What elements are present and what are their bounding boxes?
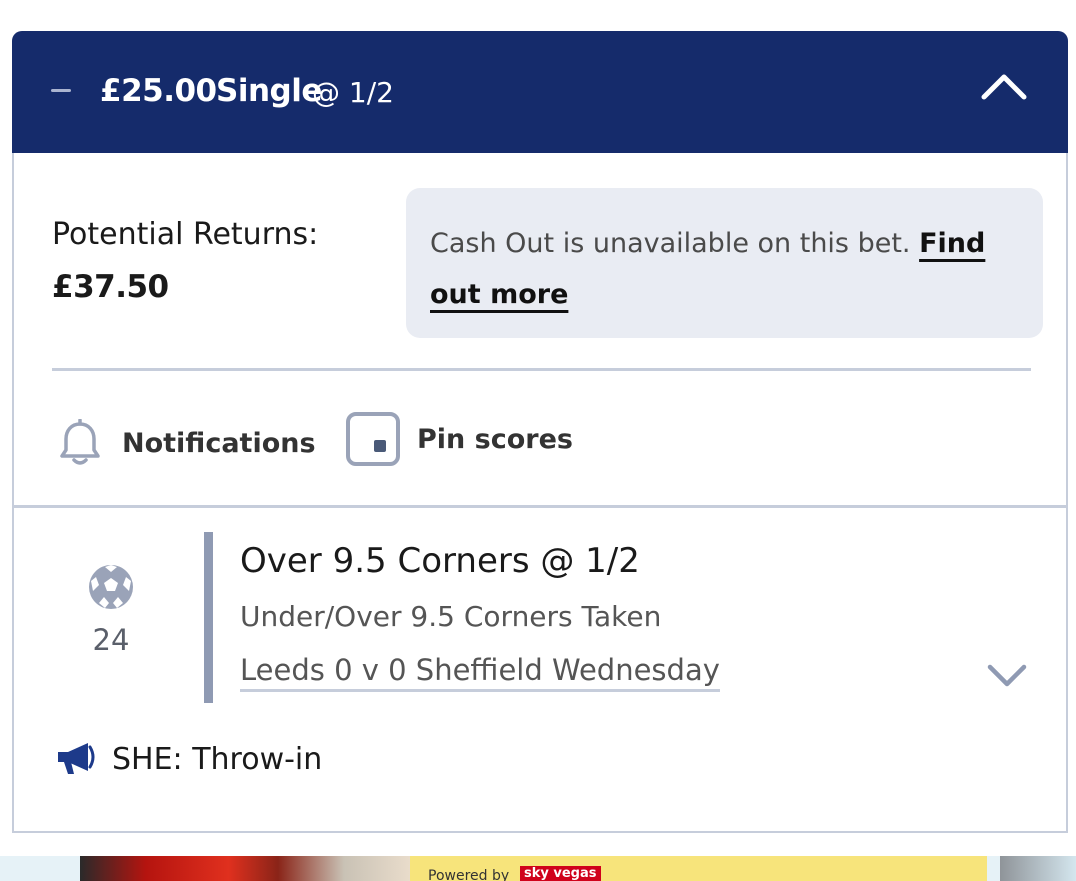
selection-accent-bar	[204, 532, 213, 703]
bet-card: £25.00 Single @ 1/2 Potential Returns: £…	[12, 31, 1068, 833]
football-icon	[89, 565, 133, 609]
chevron-up-icon[interactable]	[980, 71, 1028, 101]
notifications-label: Notifications	[122, 427, 316, 459]
powered-by-text: Powered by	[428, 868, 510, 881]
commentary-text: SHE: Throw-in	[112, 741, 323, 777]
promo-panel: Powered by sky vegas	[410, 856, 987, 881]
match-minute: 24	[92, 623, 130, 657]
divider	[52, 368, 1031, 371]
cashout-info-panel: Cash Out is unavailable on this bet. Fin…	[406, 188, 1043, 338]
notifications-button[interactable]: Notifications	[58, 418, 316, 468]
bet-odds: @ 1/2	[312, 76, 394, 109]
cashout-message: Cash Out is unavailable on this bet. Fin…	[430, 218, 1030, 320]
bell-icon	[60, 419, 100, 465]
promo-image-right	[1000, 856, 1076, 881]
event-link[interactable]: Leeds 0 v 0 Sheffield Wednesday	[240, 653, 720, 692]
potential-returns-value: £37.50	[52, 269, 169, 305]
pin-scores-button[interactable]: Pin scores	[345, 410, 573, 468]
market-name: Under/Over 9.5 Corners Taken	[240, 600, 662, 633]
pin-scores-label: Pin scores	[417, 423, 573, 455]
cashout-message-text: Cash Out is unavailable on this bet.	[430, 228, 920, 259]
minus-icon	[51, 89, 71, 92]
bet-type: Single	[216, 73, 322, 109]
bet-header[interactable]: £25.00 Single @ 1/2	[12, 31, 1068, 153]
bet-stake: £25.00	[100, 73, 217, 109]
chevron-down-icon[interactable]	[986, 661, 1028, 689]
pin-square-icon	[346, 412, 400, 466]
megaphone-icon	[58, 743, 95, 774]
selection-title: Over 9.5 Corners @ 1/2	[240, 541, 640, 581]
promo-image	[80, 856, 410, 881]
live-commentary: SHE: Throw-in	[54, 741, 322, 777]
sport-indicator: 24	[84, 563, 138, 657]
sky-vegas-logo: sky vegas	[520, 866, 601, 881]
promo-banner[interactable]: Powered by sky vegas	[0, 856, 1076, 881]
potential-returns-label: Potential Returns:	[52, 217, 319, 252]
section-divider	[14, 505, 1066, 508]
